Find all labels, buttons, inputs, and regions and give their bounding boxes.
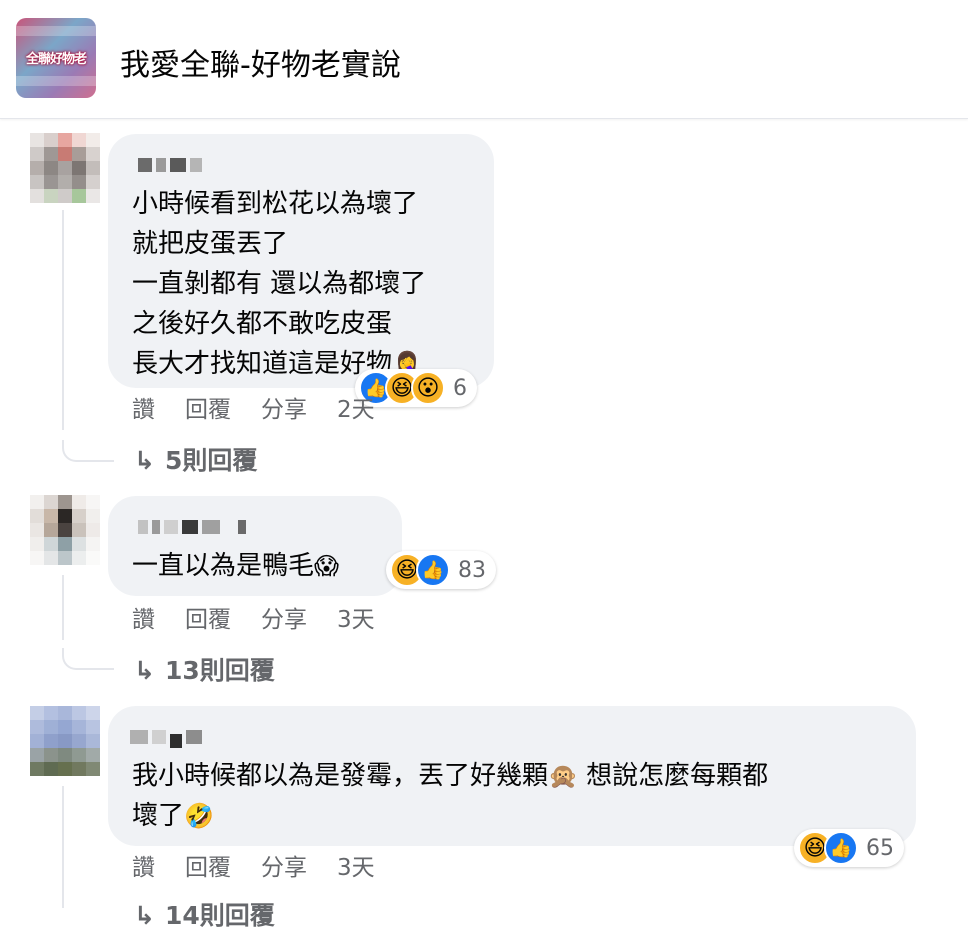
comment-text: 我小時候都以為是發霉，丟了好幾顆🙊 想說怎麼每顆都 壞了🤣 xyxy=(132,756,768,836)
view-replies-link[interactable]: ↳ 13則回覆 xyxy=(134,651,275,687)
timestamp[interactable]: 3天 xyxy=(337,607,375,633)
like-button[interactable]: 讚 xyxy=(132,855,155,881)
comment-text-body: 一直以為是鴨毛 xyxy=(132,551,315,581)
replies-count-label: 14則回覆 xyxy=(164,901,275,930)
timestamp[interactable]: 2天 xyxy=(337,397,375,423)
page-avatar[interactable]: 全聯好物老 xyxy=(16,18,96,98)
thread-curve xyxy=(62,648,114,670)
replies-count-label: 5則回覆 xyxy=(164,446,258,475)
share-button[interactable]: 分享 xyxy=(261,855,307,881)
like-icon: 👍 xyxy=(824,831,858,865)
view-replies-link[interactable]: ↳ 5則回覆 xyxy=(134,441,257,477)
comment-actions: 讚 回覆 分享 3天 xyxy=(132,848,405,882)
reply-arrow-icon: ↳ xyxy=(134,901,155,930)
like-button[interactable]: 讚 xyxy=(132,397,155,423)
share-button[interactable]: 分享 xyxy=(261,397,307,423)
comment-bubble: 一直以為是鴨毛😱 xyxy=(108,496,402,596)
comment-bubble: 小時候看到松花以為壞了 就把皮蛋丟了 一直剝都有 還以為都壞了 之後好久都不敢吃… xyxy=(108,134,494,388)
commenter-avatar[interactable] xyxy=(30,495,100,565)
reaction-summary[interactable]: 😆 👍 65 xyxy=(794,829,904,867)
reply-button[interactable]: 回覆 xyxy=(185,855,231,881)
comment-text-body: 小時候看到松花以為壞了 就把皮蛋丟了 一直剝都有 還以為都壞了 之後好久都不敢吃… xyxy=(132,189,427,379)
speak-no-evil-monkey-emoji-icon: 🙊 xyxy=(548,762,578,790)
commenter-avatar[interactable] xyxy=(30,706,100,776)
reaction-count: 65 xyxy=(866,835,894,861)
commenter-name-blurred[interactable] xyxy=(138,154,206,172)
comment-actions: 讚 回覆 分享 2天 xyxy=(132,390,405,424)
page-avatar-logo-text: 全聯好物老 xyxy=(25,52,87,67)
comment-bubble: 我小時候都以為是發霉，丟了好幾顆🙊 想說怎麼每顆都 壞了🤣 xyxy=(108,706,916,846)
replies-count-label: 13則回覆 xyxy=(164,656,275,685)
page-title[interactable]: 我愛全聯-好物老實說 xyxy=(120,40,401,84)
reaction-count: 6 xyxy=(453,375,467,401)
thread-line xyxy=(62,786,64,908)
reply-arrow-icon: ↳ xyxy=(134,656,155,685)
rofl-emoji-icon: 🤣 xyxy=(184,802,214,830)
like-icon: 👍 xyxy=(416,553,450,587)
comment-text: 小時候看到松花以為壞了 就把皮蛋丟了 一直剝都有 還以為都壞了 之後好久都不敢吃… xyxy=(132,184,426,384)
thread-line xyxy=(62,210,64,430)
page-header: 全聯好物老 我愛全聯-好物老實說 xyxy=(0,0,968,119)
thread-line xyxy=(62,575,64,640)
commenter-name-blurred[interactable] xyxy=(138,516,250,534)
reaction-summary[interactable]: 😆 👍 83 xyxy=(386,551,496,589)
like-button[interactable]: 讚 xyxy=(132,607,155,633)
wow-icon: 😮 xyxy=(411,371,445,405)
commenter-avatar[interactable] xyxy=(30,133,100,203)
thread-curve xyxy=(62,440,114,462)
comment-text-body: 我小時候都以為是發霉，丟了好幾顆 xyxy=(132,761,549,791)
reply-button[interactable]: 回覆 xyxy=(185,397,231,423)
commenter-name-blurred[interactable] xyxy=(130,726,206,748)
reply-button[interactable]: 回覆 xyxy=(185,607,231,633)
scream-emoji-icon: 😱 xyxy=(314,552,340,580)
reaction-count: 83 xyxy=(458,557,486,583)
timestamp[interactable]: 3天 xyxy=(337,855,375,881)
comment-text: 一直以為是鴨毛😱 xyxy=(132,546,339,586)
share-button[interactable]: 分享 xyxy=(261,607,307,633)
comment-actions: 讚 回覆 分享 3天 xyxy=(132,600,405,634)
view-replies-link[interactable]: ↳ 14則回覆 xyxy=(134,896,275,932)
reply-arrow-icon: ↳ xyxy=(134,446,155,475)
